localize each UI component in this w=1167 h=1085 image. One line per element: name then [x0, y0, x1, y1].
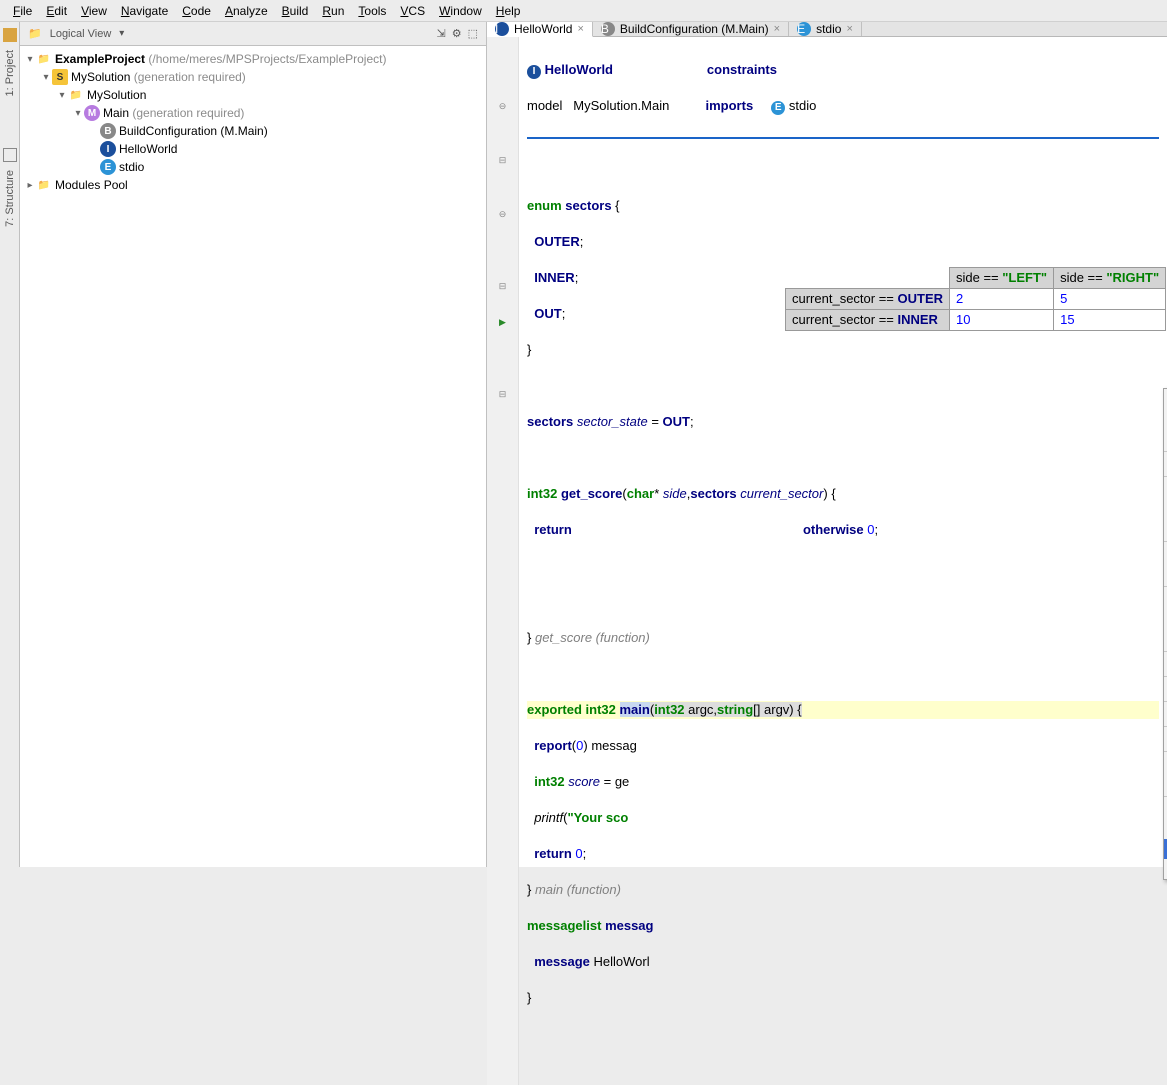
- tab-helloworld[interactable]: I HelloWorld ×: [487, 22, 593, 37]
- close-icon[interactable]: ×: [774, 23, 780, 35]
- decision-table[interactable]: side == "LEFT" side == "RIGHT" current_s…: [785, 267, 1166, 331]
- tree-project-root[interactable]: ▾📁 ExampleProject (/home/meres/MPSProjec…: [24, 50, 482, 68]
- menu-tools[interactable]: Tools: [351, 2, 393, 20]
- menu-code[interactable]: Code: [175, 2, 218, 20]
- tool-window-bar-left: 1: Project 7: Structure: [0, 22, 20, 867]
- logical-view-label[interactable]: Logical View: [50, 28, 112, 40]
- module-icon: I: [495, 22, 509, 36]
- menu-build[interactable]: Build: [275, 2, 316, 20]
- project-path: (/home/meres/MPSProjects/ExampleProject): [148, 52, 386, 66]
- tree-modules-pool[interactable]: ▸📁 Modules Pool: [24, 176, 482, 194]
- toolbar-gear-icon[interactable]: ⚙: [452, 27, 462, 40]
- tree-model[interactable]: ▾M Main (generation required): [24, 104, 482, 122]
- chevron-down-icon[interactable]: ▾: [119, 28, 124, 39]
- close-icon[interactable]: ×: [846, 23, 852, 35]
- fold-end-icon[interactable]: ⊟: [487, 151, 518, 169]
- project-panel: 📁 Logical View ▾ ⇲ ⚙ ⬚ ▾📁 ExampleProject…: [20, 22, 487, 867]
- menu-help[interactable]: Help: [489, 2, 528, 20]
- tab-stdio[interactable]: E stdio ×: [789, 22, 862, 36]
- tree-node-stdio[interactable]: Estdio: [24, 158, 482, 176]
- tree-folder[interactable]: ▾📁 MySolution: [24, 86, 482, 104]
- close-icon[interactable]: ×: [577, 23, 583, 35]
- project-tool-icon[interactable]: [3, 28, 17, 42]
- menu-analyze[interactable]: Analyze: [218, 2, 275, 20]
- tree-node-build[interactable]: BBuildConfiguration (M.Main): [24, 122, 482, 140]
- ext-icon: E: [797, 22, 811, 36]
- toolbar-hide-icon[interactable]: ⬚: [468, 27, 478, 40]
- fold-end-icon[interactable]: ⊟: [487, 277, 518, 295]
- menu-window[interactable]: Window: [432, 2, 489, 20]
- logical-view-icon: 📁: [28, 27, 42, 40]
- code-editor[interactable]: I HelloWorld constraints model MySolutio…: [519, 37, 1167, 1085]
- tool-tab-project[interactable]: 1: Project: [4, 46, 16, 100]
- project-name: ExampleProject: [55, 52, 145, 66]
- tree-solution[interactable]: ▾S MySolution (generation required): [24, 68, 482, 86]
- fold-icon[interactable]: ⊖: [487, 97, 518, 115]
- ext-icon: E: [771, 101, 785, 115]
- code-area: ⊖ ⊟ ⊖ ⊟ ▶ ⊟ I HelloWorld constraints mod…: [487, 37, 1167, 1085]
- menu-vcs[interactable]: VCS: [393, 2, 432, 20]
- structure-tool-icon[interactable]: [3, 148, 17, 162]
- fold-end-icon[interactable]: ⊟: [487, 385, 518, 403]
- tree-node-hello[interactable]: IHelloWorld: [24, 140, 482, 158]
- toolbar-collapse-icon[interactable]: ⇲: [437, 27, 446, 40]
- context-menu: ⬚Show Node in Logical ViewAlt+F2Show Nod…: [1163, 388, 1167, 880]
- menu-view[interactable]: View: [74, 2, 114, 20]
- project-tree[interactable]: ▾📁 ExampleProject (/home/meres/MPSProjec…: [20, 46, 486, 198]
- editor-tabs: I HelloWorld × B BuildConfiguration (M.M…: [487, 22, 1167, 37]
- menu-file[interactable]: File: [6, 2, 39, 20]
- menubar: File Edit View Navigate Code Analyze Bui…: [0, 0, 1167, 22]
- project-toolbar: 📁 Logical View ▾ ⇲ ⚙ ⬚: [20, 22, 486, 46]
- module-icon: I: [527, 65, 541, 79]
- fold-icon[interactable]: ⊖: [487, 205, 518, 223]
- menu-edit[interactable]: Edit: [39, 2, 74, 20]
- run-gutter-icon[interactable]: ▶: [487, 313, 518, 331]
- tool-tab-structure[interactable]: 7: Structure: [4, 166, 16, 231]
- editor-panel: I HelloWorld × B BuildConfiguration (M.M…: [487, 22, 1167, 867]
- menu-run[interactable]: Run: [315, 2, 351, 20]
- build-icon: B: [601, 22, 615, 36]
- tab-buildconfig[interactable]: B BuildConfiguration (M.Main) ×: [593, 22, 789, 36]
- gutter: ⊖ ⊟ ⊖ ⊟ ▶ ⊟: [487, 37, 519, 1085]
- menu-navigate[interactable]: Navigate: [114, 2, 175, 20]
